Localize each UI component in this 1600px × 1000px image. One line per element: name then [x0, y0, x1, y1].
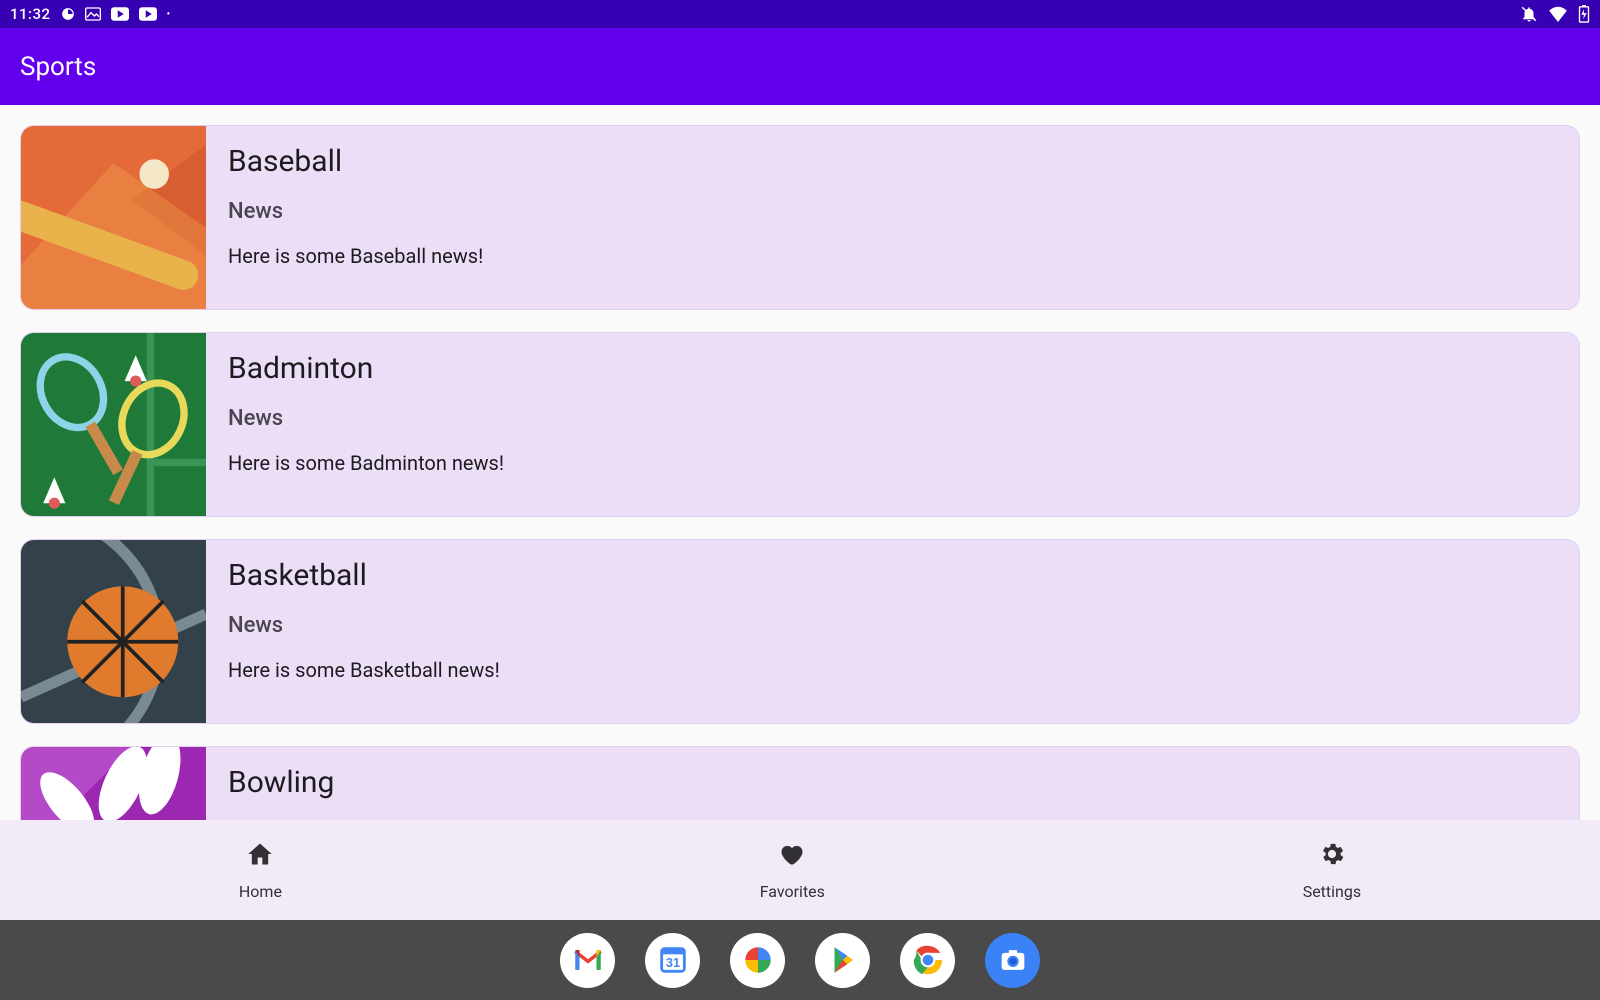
- nav-settings[interactable]: Settings: [1303, 840, 1361, 901]
- nav-favorites[interactable]: Favorites: [760, 840, 825, 901]
- wifi-icon: [1548, 6, 1568, 22]
- card-subtitle: News: [228, 406, 504, 431]
- card-subtitle: News: [228, 199, 483, 224]
- card-text: Here is some Basketball news!: [228, 658, 500, 682]
- system-dock: 31: [0, 920, 1600, 1000]
- card-subtitle: News: [228, 613, 500, 638]
- svg-text:31: 31: [665, 955, 679, 970]
- card-body: Badminton News Here is some Badminton ne…: [206, 333, 526, 516]
- gear-icon: [1318, 840, 1346, 872]
- card-text: Here is some Badminton news!: [228, 451, 504, 475]
- dock-photos[interactable]: [730, 933, 785, 988]
- basketball-image: [21, 540, 206, 724]
- status-clock: 11:32: [10, 5, 51, 23]
- bottom-nav: Home Favorites Settings: [0, 820, 1600, 920]
- screenshot-icon: [85, 7, 101, 21]
- card-body: Baseball News Here is some Baseball news…: [206, 126, 505, 309]
- battery-charging-icon: [1578, 5, 1590, 23]
- home-icon: [246, 840, 274, 872]
- card-body: Basketball News Here is some Basketball …: [206, 540, 522, 723]
- app-title: Sports: [20, 52, 96, 82]
- dock-gmail[interactable]: [560, 933, 615, 988]
- youtube-icon: [139, 7, 157, 21]
- status-left: 11:32 •: [10, 5, 170, 23]
- card-title: Baseball: [228, 144, 483, 179]
- dock-play-store[interactable]: [815, 933, 870, 988]
- status-bar: 11:32 •: [0, 0, 1600, 28]
- card-title: Bowling: [228, 765, 478, 800]
- status-right: [1520, 5, 1590, 23]
- badminton-image: [21, 333, 206, 517]
- baseball-image: [21, 126, 206, 310]
- dock-chrome[interactable]: [900, 933, 955, 988]
- dnd-off-icon: [1520, 5, 1538, 23]
- dock-camera[interactable]: [985, 933, 1040, 988]
- card-text: Here is some Baseball news!: [228, 244, 483, 268]
- nav-label: Home: [239, 882, 282, 901]
- card-title: Badminton: [228, 351, 504, 386]
- sport-card-basketball[interactable]: Basketball News Here is some Basketball …: [20, 539, 1580, 724]
- sport-card-baseball[interactable]: Baseball News Here is some Baseball news…: [20, 125, 1580, 310]
- devmode-icon: [61, 7, 75, 21]
- nav-home[interactable]: Home: [239, 840, 282, 901]
- app-bar: Sports: [0, 28, 1600, 105]
- card-title: Basketball: [228, 558, 500, 593]
- youtube-icon: [111, 7, 129, 21]
- dock-calendar[interactable]: 31: [645, 933, 700, 988]
- nav-label: Settings: [1303, 882, 1361, 901]
- heart-icon: [778, 840, 806, 872]
- sport-card-badminton[interactable]: Badminton News Here is some Badminton ne…: [20, 332, 1580, 517]
- nav-label: Favorites: [760, 882, 825, 901]
- dot-icon: •: [167, 9, 171, 20]
